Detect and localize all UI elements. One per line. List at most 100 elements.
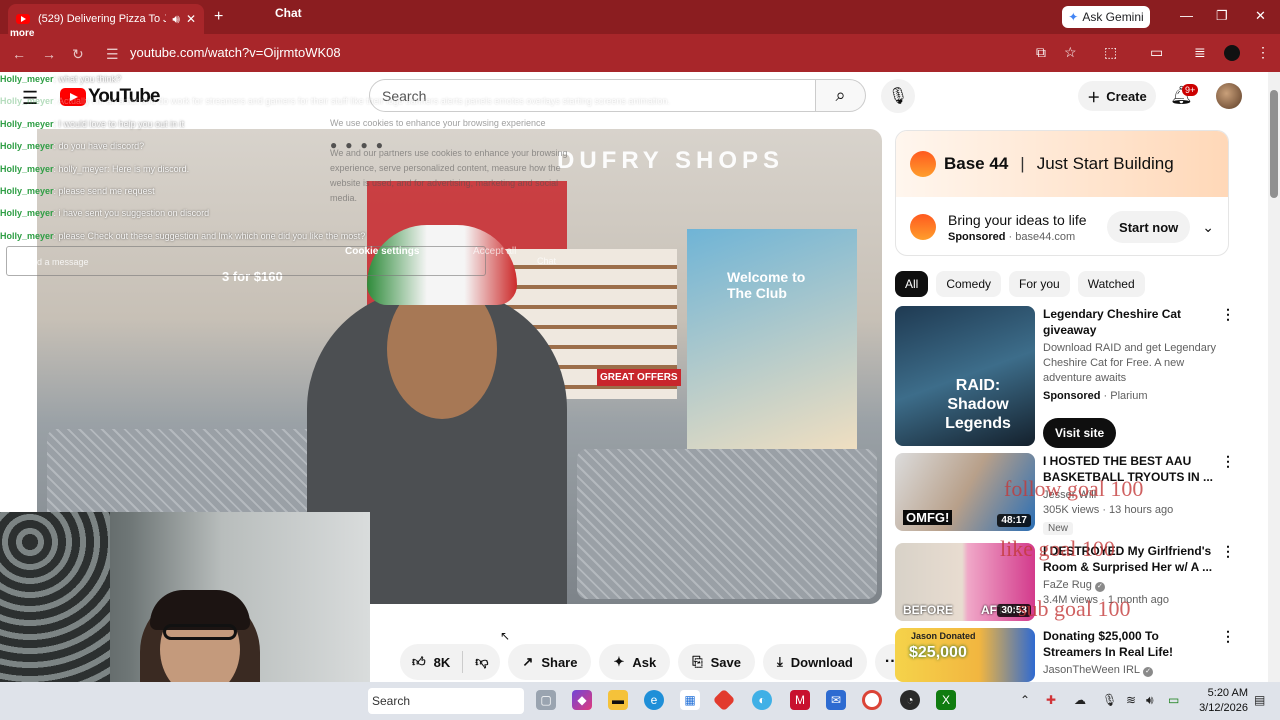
chrome-icon[interactable] [862,690,882,710]
rec-channel[interactable]: FaZe Rug ✓ [1043,578,1235,593]
verified-icon: ✓ [1094,582,1105,592]
close-window-icon[interactable]: ✕ [1255,8,1266,24]
tray-wifi-icon[interactable]: ≋ [1126,693,1136,707]
create-button[interactable]: ＋ Create [1078,81,1156,111]
account-avatar[interactable] [1216,83,1242,109]
forward-arrow-icon[interactable]: → [42,46,56,62]
browser-menu-icon[interactable]: ⋮ [1256,44,1270,61]
save-button[interactable]: ⎘ Save [678,644,756,680]
rec-channel[interactable]: JasonTheWeen IRL ✓ [1043,663,1235,678]
chip-for-you[interactable]: For you [1009,271,1070,297]
visit-site-button[interactable]: Visit site [1043,418,1117,448]
chip-comedy[interactable]: Comedy [936,271,1002,297]
tray-mic-icon[interactable]: 🎙︎ [1102,693,1117,707]
save-label: Save [710,654,742,670]
ad-separator: | [1020,154,1025,173]
bookmark-star-icon[interactable]: ☆ [1064,44,1077,61]
video-duration: 48:17 [997,514,1031,527]
xbox-icon[interactable]: X [936,690,956,710]
chat-line: Holly_meyer: Actually I'm an artist and … [0,96,670,107]
start-now-button[interactable]: Start now [1107,211,1191,243]
more-vertical-icon[interactable]: ⋮ [1221,306,1235,323]
rec-sponsor-meta: Sponsored · Plarium [1043,390,1148,402]
rec-thumbnail[interactable]: RAID: Shadow Legends [895,306,1035,446]
app-dark-icon[interactable]: ◔ [900,690,920,710]
chip-all[interactable]: All [895,271,929,297]
sponsored-ad-card[interactable]: Base 44 | Just Start Building Bring your… [895,130,1229,256]
more-vertical-icon[interactable]: ⋮ [1221,543,1235,560]
browser-tab-youtube[interactable]: (529) Delivering Pizza To Jel 🔊︎ ✕ [8,4,204,34]
chat-line: Holly_meyer: please Check out these sugg… [0,230,366,241]
sidebar-icon[interactable]: ▭ [1150,44,1163,61]
new-tab-icon[interactable]: + [214,8,223,26]
tray-battery-icon[interactable]: ▭ [1168,693,1179,707]
youtube-favicon-icon [16,14,30,24]
back-arrow-icon[interactable]: ← [12,46,26,62]
filter-chips: All Comedy For you Watched [895,271,1145,297]
chevron-down-icon[interactable]: ⌄ [1202,219,1214,236]
url-field[interactable]: youtube.com/watch?v=OijrmtoWK08 [130,45,341,60]
file-explorer-icon[interactable]: ▬ [608,690,628,710]
store-icon[interactable]: ▦ [680,690,700,710]
create-label: Create [1106,88,1147,104]
offers-text: GREAT OFFERS [597,369,681,386]
install-app-icon[interactable]: ⧉ [1036,44,1046,61]
sub-goal-text: sub goal 100 [1018,596,1131,621]
like-button[interactable]: 👍︎ 8K [400,654,462,670]
dislike-button[interactable]: 👎︎ [463,654,500,670]
accept-all-label: Accept all [473,246,517,257]
thumbs-down-icon: 👎︎ [475,654,489,669]
more-vertical-icon[interactable]: ⋮ [1221,453,1235,470]
ad-tagline: Bring your ideas to life [948,211,1087,228]
tray-volume-icon[interactable]: 🔊︎ [1146,693,1154,708]
taskbar-search-placeholder: Search [372,694,411,708]
share-button[interactable]: ↗ Share [508,644,592,680]
browser-profile-avatar[interactable] [1224,45,1240,61]
task-view-icon[interactable]: ▢ [536,690,556,710]
speaker-icon[interactable]: 🔊︎ [172,12,180,27]
notification-center-icon[interactable]: ▤ [1254,693,1265,707]
app-red-diamond-icon[interactable] [712,688,736,712]
more-vertical-icon[interactable]: ⋮ [1221,628,1235,645]
download-button[interactable]: ⤓ Download [763,644,867,680]
promo-banner: Welcome to The Club [687,229,857,459]
like-count: 8K [433,654,451,670]
chip-watched[interactable]: Watched [1077,271,1145,297]
thumbs-up-icon: 👍︎ [412,654,426,669]
taskbar-search-input[interactable]: Search [368,688,524,714]
tray-chevron-up-icon[interactable]: ⌃ [1020,693,1030,707]
rec-info: Donating $25,000 To Streamers In Real Li… [1043,628,1235,682]
follow-goal-text: follow goal 100 [1004,476,1144,501]
rec-stats: 305K views · 13 hours ago [1043,504,1174,516]
recommendation-item[interactable]: Jason Donated $25,000 Donating $25,000 T… [895,628,1235,682]
reload-icon[interactable]: ↻ [72,46,84,63]
ask-gemini-button[interactable]: ✦ Ask Gemini [1062,6,1150,28]
recommendation-item[interactable]: RAID: Shadow Legends Legendary Cheshire … [895,306,1235,448]
copilot-icon[interactable]: ◆ [572,690,592,710]
edge-icon[interactable]: e [644,690,664,710]
taskbar-clock[interactable]: 5:20 AM 3/12/2026 [1196,686,1248,716]
rec-thumbnail[interactable]: Jason Donated $25,000 [895,628,1035,682]
tray-onedrive-icon[interactable]: ☁ [1074,693,1086,707]
scrollbar-thumb[interactable] [1270,90,1278,198]
tray-app-icon[interactable]: ✚ [1046,693,1056,707]
close-tab-icon[interactable]: ✕ [186,12,196,26]
rec-title[interactable]: Donating $25,000 To Streamers In Real Li… [1043,628,1235,660]
mail-icon[interactable]: ✉ [826,690,846,710]
ad-details: Bring your ideas to life Sponsored · bas… [896,197,1228,255]
ad-banner[interactable]: Base 44 | Just Start Building [896,131,1228,197]
rec-info: Legendary Cheshire Cat giveaway Download… [1043,306,1235,448]
store-sign: DUFRY SHOPS [557,147,785,174]
app-globe-icon[interactable]: ◐ [752,690,772,710]
maximize-icon[interactable]: ❐ [1216,8,1228,24]
ask-button[interactable]: ✦ Ask [599,644,671,680]
voice-search-button[interactable]: 🎙︎ [881,79,915,113]
minimize-icon[interactable]: — [1180,8,1193,23]
mcafee-icon[interactable]: M [790,690,810,710]
site-info-icon[interactable]: ☰ [106,46,119,63]
search-button[interactable]: ⌕ [816,79,866,112]
base44-logo-icon [910,151,936,177]
extensions-icon[interactable]: ⬚ [1104,44,1117,61]
rec-title[interactable]: Legendary Cheshire Cat giveaway [1043,306,1235,338]
media-controls-icon[interactable]: ≣ [1194,44,1206,61]
